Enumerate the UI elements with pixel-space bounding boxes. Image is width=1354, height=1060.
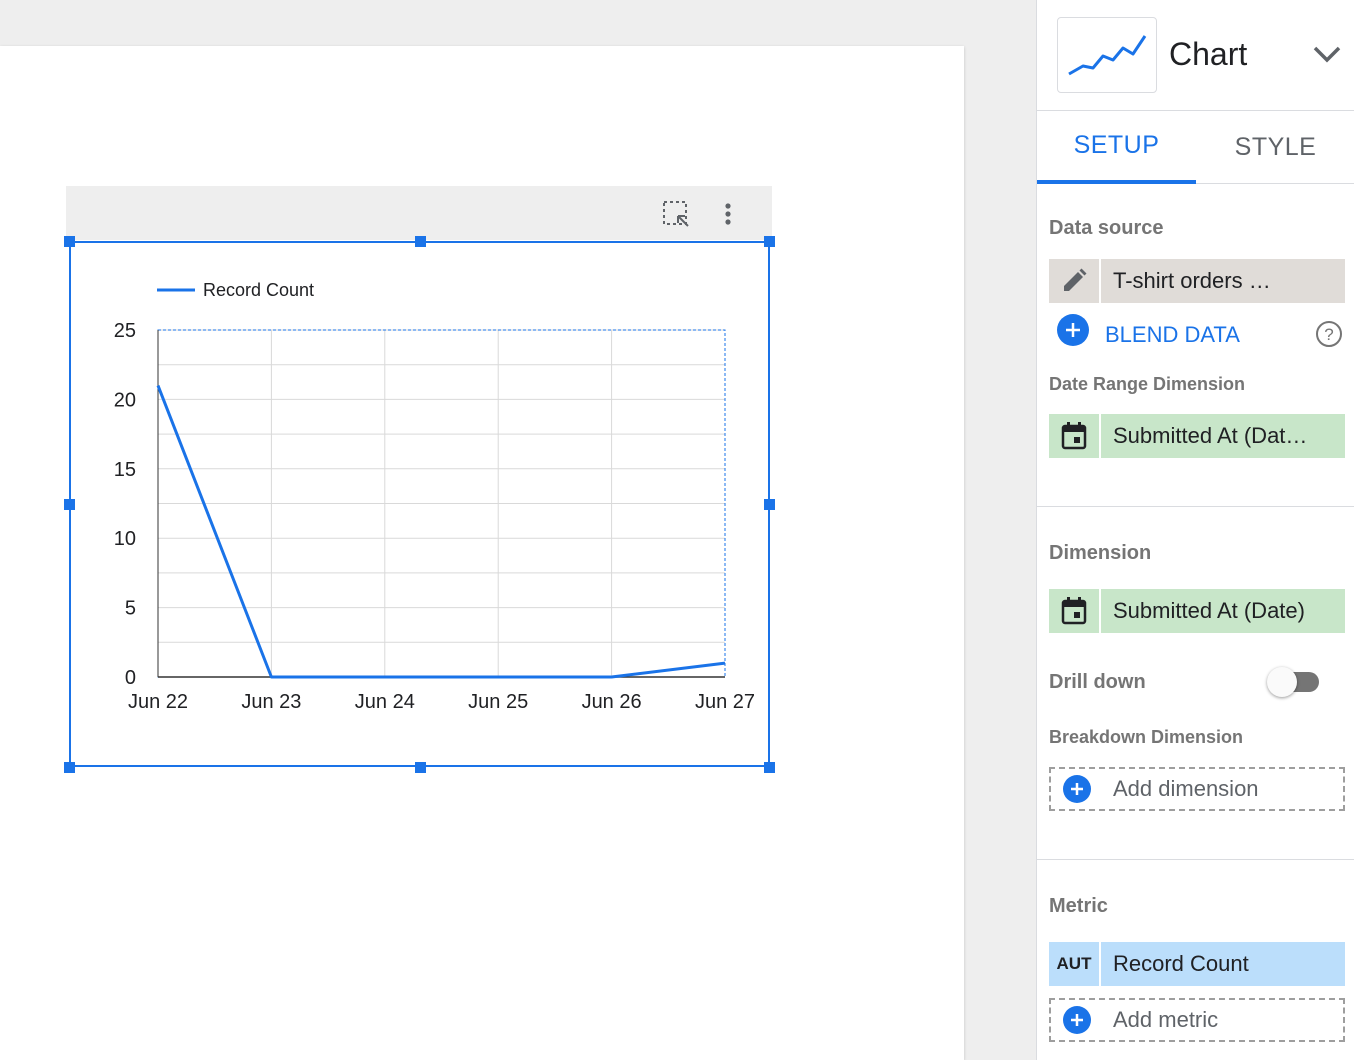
- dimension-label: Dimension: [1049, 542, 1152, 564]
- chevron-down-icon[interactable]: [1311, 40, 1343, 70]
- date-range-value: Submitted At (Dat…: [1101, 414, 1345, 458]
- properties-panel: Chart SETUP STYLE Data source T-shirt or…: [1036, 0, 1354, 1060]
- blend-data-button[interactable]: BLEND DATA: [1057, 314, 1347, 350]
- svg-text:?: ?: [1324, 325, 1333, 344]
- breakdown-dimension-label: Breakdown Dimension: [1049, 727, 1244, 747]
- calendar-icon: [1049, 414, 1099, 458]
- aggregation-badge: AUT: [1049, 942, 1099, 986]
- toggle-knob: [1267, 667, 1297, 697]
- more-vert-icon[interactable]: [714, 200, 742, 228]
- line-chart-icon[interactable]: [1057, 17, 1157, 93]
- resize-handle-right[interactable]: [764, 499, 775, 510]
- plus-icon: [1057, 314, 1089, 346]
- data-source-chip[interactable]: T-shirt orders …: [1049, 259, 1345, 303]
- resize-handle-bottom-left[interactable]: [64, 762, 75, 773]
- add-metric-button[interactable]: Add metric: [1049, 998, 1345, 1042]
- chart-type-title: Chart: [1169, 36, 1248, 72]
- calendar-icon: [1049, 589, 1099, 633]
- add-dimension-label: Add dimension: [1113, 776, 1259, 801]
- add-metric-label: Add metric: [1113, 1007, 1219, 1032]
- chart-header-bar: [66, 186, 772, 240]
- resize-handle-top-right[interactable]: [764, 236, 775, 247]
- dimension-chip[interactable]: Submitted At (Date): [1049, 589, 1345, 633]
- add-dimension-button[interactable]: Add dimension: [1049, 767, 1345, 811]
- section-divider: [1037, 859, 1354, 860]
- chart-type-selector[interactable]: Chart: [1037, 0, 1354, 111]
- metric-value: Record Count: [1101, 942, 1345, 986]
- data-source-label: Data source: [1049, 217, 1164, 239]
- resize-handle-bottom[interactable]: [415, 762, 426, 773]
- date-range-label: Date Range Dimension: [1049, 374, 1246, 394]
- resize-handle-top[interactable]: [415, 236, 426, 247]
- help-icon[interactable]: ?: [1315, 320, 1343, 348]
- time-series-chart[interactable]: [69, 241, 770, 767]
- pencil-icon[interactable]: [1049, 259, 1099, 303]
- metric-label: Metric: [1049, 895, 1108, 917]
- plus-icon: [1063, 1006, 1091, 1034]
- drill-down-toggle[interactable]: [1267, 667, 1323, 697]
- date-range-dimension-chip[interactable]: Submitted At (Dat…: [1049, 414, 1345, 458]
- resize-handle-left[interactable]: [64, 499, 75, 510]
- resize-handle-top-left[interactable]: [64, 236, 75, 247]
- data-source-name: T-shirt orders …: [1101, 259, 1345, 303]
- resize-handle-bottom-right[interactable]: [764, 762, 775, 773]
- aggregation-badge-text: AUT: [1056, 954, 1092, 973]
- metric-chip[interactable]: AUT Record Count: [1049, 942, 1345, 986]
- blend-data-label: BLEND DATA: [1105, 322, 1240, 347]
- plus-icon: [1063, 775, 1091, 803]
- drill-down-label: Drill down: [1049, 671, 1146, 693]
- tab-setup[interactable]: SETUP: [1037, 111, 1196, 184]
- select-area-icon[interactable]: [662, 200, 690, 228]
- panel-tabs: SETUP STYLE: [1037, 111, 1354, 184]
- tab-style[interactable]: STYLE: [1196, 111, 1354, 183]
- section-divider: [1037, 506, 1354, 507]
- dimension-value: Submitted At (Date): [1101, 589, 1345, 633]
